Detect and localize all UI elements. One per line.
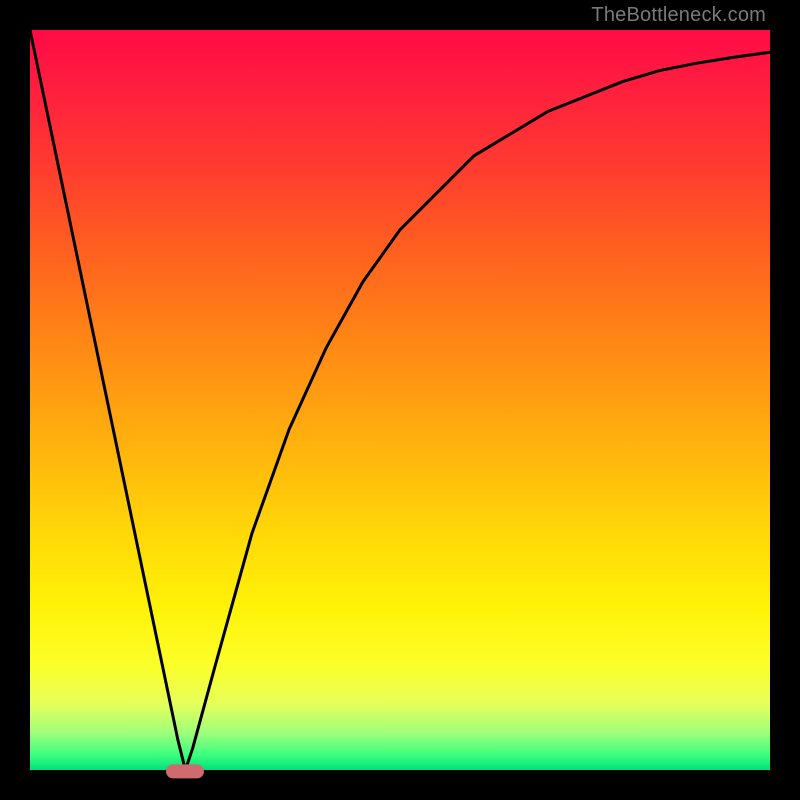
chart-frame: TheBottleneck.com: [0, 0, 800, 800]
watermark-text: TheBottleneck.com: [591, 4, 766, 27]
plot-area: [30, 30, 770, 770]
bottleneck-curve: [30, 30, 770, 770]
optimal-marker: [166, 764, 204, 778]
